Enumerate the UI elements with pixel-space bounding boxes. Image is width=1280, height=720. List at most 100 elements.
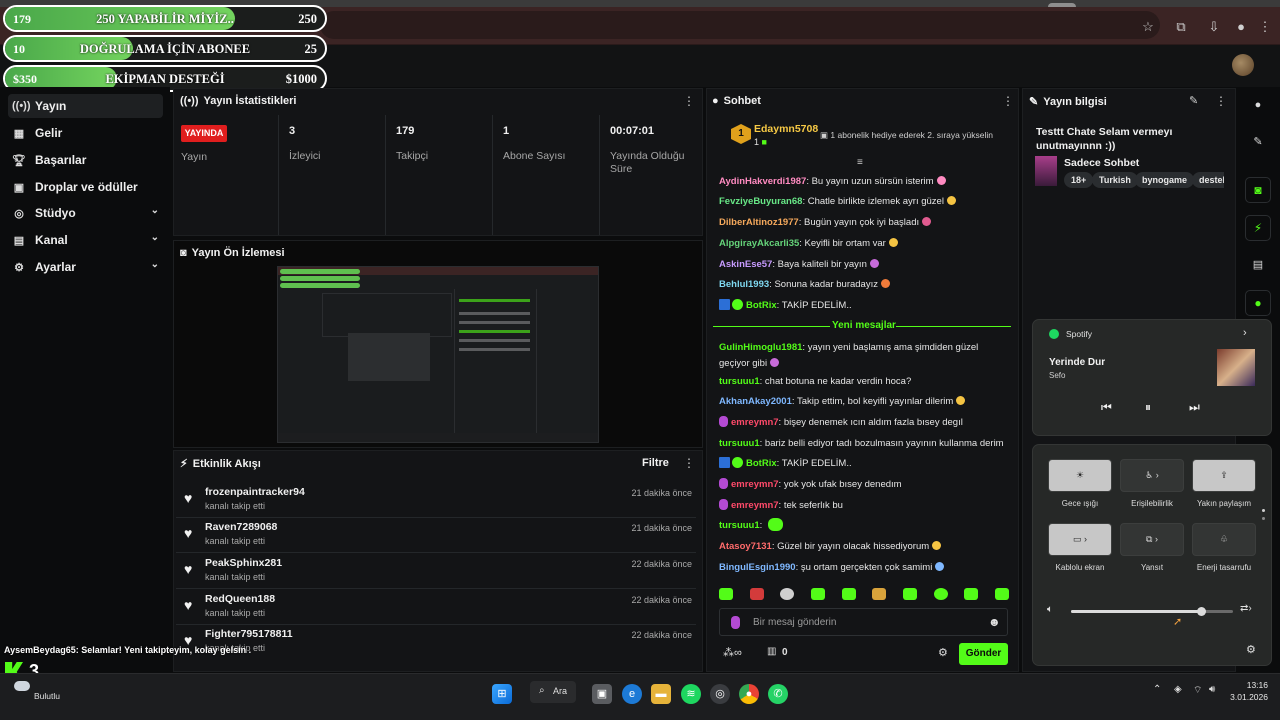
sidebar-item-revenue[interactable]: ▦ Gelir — [8, 121, 163, 145]
points-icon[interactable]: ⁂∞ — [723, 646, 742, 659]
sidebar-item-settings[interactable]: ⚙ Ayarlar ⌄ — [8, 255, 163, 279]
chat-username[interactable]: tursuuu1 — [719, 520, 760, 531]
whatsapp-icon[interactable]: ✆ — [768, 684, 788, 704]
task-view-icon[interactable]: ▣ — [592, 684, 612, 704]
stats-menu-icon[interactable]: ⋮ — [683, 94, 695, 108]
top-gifter-name[interactable]: Edaymn5708 — [754, 123, 818, 135]
chat-username[interactable]: emreymn7 — [731, 500, 779, 511]
activity-username[interactable]: Fighter795178811 — [205, 628, 293, 640]
sidebar-item-drops[interactable]: ▣ Droplar ve ödüller — [8, 175, 163, 199]
wired-display-toggle[interactable]: ▭ › — [1048, 523, 1112, 556]
chat-username[interactable]: AkhanAkay2001 — [719, 396, 792, 407]
speaker-icon[interactable]: 🔊︎ — [1209, 684, 1215, 695]
audio-output-icon[interactable]: ⇄› — [1240, 603, 1252, 614]
windows-start-icon[interactable]: ⊞ — [492, 684, 512, 704]
file-explorer-icon[interactable]: ▬ — [651, 684, 671, 704]
chat-username[interactable]: emreymn7 — [731, 417, 779, 428]
chat-username[interactable]: BotRix — [746, 458, 777, 469]
previous-track-icon[interactable]: ⏮︎ — [1101, 400, 1112, 415]
activity-username[interactable]: RedQueen188 — [205, 593, 275, 605]
emote-icon[interactable] — [964, 588, 979, 600]
sidebar-item-achievements[interactable]: 🏆︎ Başarılar — [8, 148, 163, 172]
emote-icon[interactable] — [719, 588, 733, 600]
info-icon[interactable]: ● — [1251, 98, 1265, 112]
profile-icon[interactable]: ● — [1234, 20, 1248, 34]
tag-chip[interactable]: 18+ — [1064, 172, 1094, 188]
chat-username[interactable]: BotRix — [746, 300, 777, 311]
tag-chip[interactable]: destek — [1192, 172, 1224, 188]
tray-chevron-icon[interactable]: ⌃ — [1153, 684, 1161, 695]
page-dot[interactable] — [1262, 517, 1265, 520]
chat-username[interactable]: AydinHakverdi1987 — [719, 176, 806, 187]
chat-username[interactable]: tursuuu1 — [719, 438, 760, 449]
stream-preview-video[interactable] — [277, 266, 599, 443]
chat-username[interactable]: emreymn7 — [731, 479, 779, 490]
nearby-share-toggle[interactable]: ⇪ — [1192, 459, 1256, 492]
page-dot[interactable] — [1262, 509, 1265, 512]
emote-icon[interactable] — [933, 588, 948, 600]
tag-chip[interactable]: bynogame — [1135, 172, 1195, 188]
spotify-taskbar-icon[interactable]: ≋ — [681, 684, 701, 704]
collapse-icon[interactable]: ≡ — [857, 157, 863, 168]
user-avatar[interactable] — [1232, 54, 1254, 76]
emote-icon[interactable] — [994, 588, 1009, 600]
night-light-toggle[interactable]: ☀ — [1048, 459, 1112, 492]
filter-button[interactable]: Filtre — [642, 457, 669, 469]
weather-text[interactable]: Bulutlu — [34, 691, 60, 701]
clock-time[interactable]: 13:16 — [1232, 680, 1268, 690]
activity-username[interactable]: Raven7289068 — [205, 521, 277, 533]
next-track-icon[interactable]: ⏭︎ — [1189, 400, 1200, 415]
volume-slider-track[interactable] — [1071, 607, 1233, 616]
sidebar-item-channel[interactable]: ▤ Kanal ⌄ — [8, 228, 163, 252]
clock-date[interactable]: 3.01.2026 — [1224, 692, 1268, 702]
cast-toggle[interactable]: ⧉ › — [1120, 523, 1184, 556]
edit-info-icon[interactable]: ✎ — [1189, 94, 1198, 107]
chevron-right-icon[interactable]: › — [1243, 327, 1247, 339]
send-button[interactable]: Gönder — [959, 643, 1008, 665]
chat-username[interactable]: DilberAltinoz1977 — [719, 217, 799, 228]
chat-menu-icon[interactable]: ⋮ — [1002, 94, 1014, 108]
chat-username[interactable]: Behlul1993 — [719, 279, 769, 290]
stream-info-menu-icon[interactable]: ⋮ — [1215, 94, 1227, 108]
activity-username[interactable]: PeakSphinx281 — [205, 557, 282, 569]
tag-chip[interactable]: Turkish — [1092, 172, 1138, 188]
bolt-icon[interactable]: ⚡︎ — [1245, 215, 1271, 241]
chat-username[interactable]: GulinHimoglu1981 — [719, 342, 802, 353]
sidebar-item-stream[interactable]: ((•)) Yayın — [8, 94, 163, 118]
edit-icon[interactable]: ✎ — [1251, 135, 1265, 149]
emote-icon[interactable] — [749, 588, 764, 600]
emote-icon[interactable] — [902, 588, 917, 600]
chat-input[interactable]: Bir mesaj gönderin ☻ — [719, 608, 1008, 636]
pause-icon[interactable]: ⏸︎ — [1145, 400, 1151, 415]
bookmark-star-icon[interactable]: ☆ — [1141, 20, 1155, 34]
chat-icon[interactable]: ● — [1245, 290, 1271, 316]
emoji-picker-icon[interactable]: ☻ — [988, 615, 1001, 629]
energy-saver-toggle[interactable]: ♧ — [1192, 523, 1256, 556]
chat-username[interactable]: AlpgirayAkcarli35 — [719, 238, 799, 249]
camera-icon[interactable]: ◙ — [1245, 177, 1271, 203]
activity-menu-icon[interactable]: ⋮ — [683, 456, 695, 470]
category-thumbnail[interactable] — [1035, 156, 1057, 186]
emote-icon[interactable] — [780, 588, 795, 600]
chat-username[interactable]: AskinEse57 — [719, 259, 772, 270]
category-name[interactable]: Sadece Sohbet — [1064, 157, 1139, 169]
sidebar-item-studio[interactable]: ◎ Stüdyo ⌄ — [8, 201, 163, 225]
emote-icon[interactable] — [810, 588, 825, 600]
volume-slider-thumb[interactable] — [1197, 607, 1206, 616]
edge-browser-icon[interactable]: e — [622, 684, 642, 704]
browser-menu-icon[interactable]: ⋮ — [1258, 20, 1272, 34]
emote-icon[interactable] — [872, 588, 887, 600]
accessibility-toggle[interactable]: ♿︎ › — [1120, 459, 1184, 492]
extensions-icon[interactable]: ⧉ — [1174, 20, 1188, 34]
chrome-icon[interactable]: ● — [739, 684, 759, 704]
chat-username[interactable]: Atasoy7131 — [719, 541, 772, 552]
settings-gear-icon[interactable]: ⚙ — [1246, 643, 1256, 656]
chat-username[interactable]: tursuuu1 — [719, 376, 760, 387]
clipboard-icon[interactable]: ▤ — [1251, 258, 1265, 272]
emote-icon[interactable] — [841, 588, 856, 600]
wifi-icon[interactable]: ⌔ — [1193, 684, 1202, 697]
taskbar-search[interactable]: ⌕ Ara — [530, 681, 576, 703]
tray-app-icon[interactable]: ◈ — [1174, 684, 1182, 695]
chat-settings-icon[interactable]: ⚙ — [938, 646, 948, 659]
gift-subs-icon[interactable]: ▥ — [767, 646, 776, 657]
